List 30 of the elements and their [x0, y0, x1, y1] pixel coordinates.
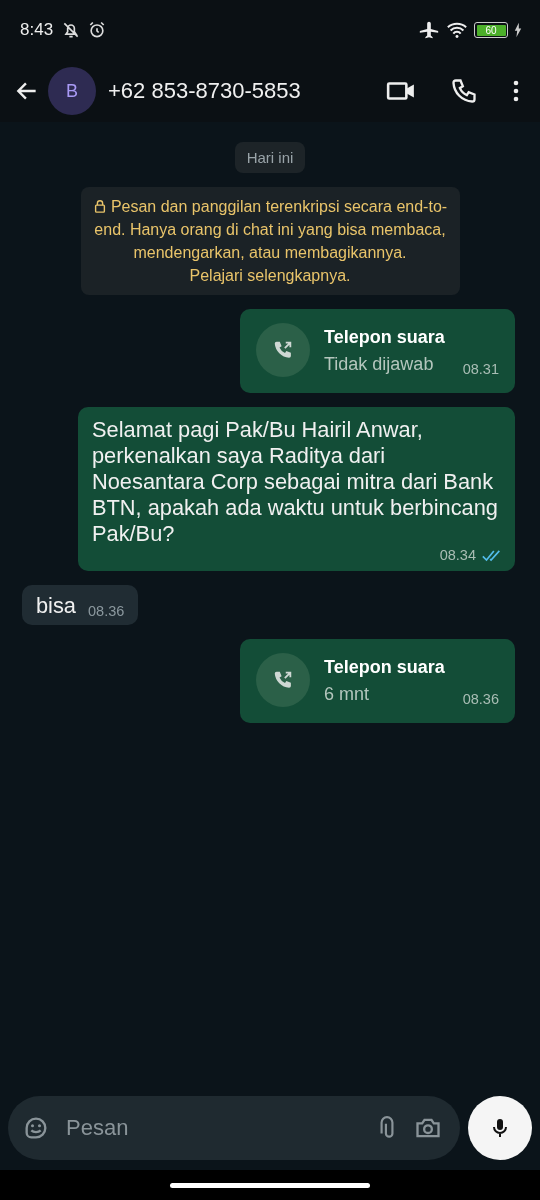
learn-more-link[interactable]: Pelajari selengkapnya.	[189, 267, 351, 284]
menu-icon	[512, 79, 520, 103]
message-time: 08.34	[439, 547, 476, 563]
message-bubble[interactable]: bisa 08.36	[22, 585, 139, 625]
charging-icon	[514, 22, 522, 38]
contact-avatar[interactable]: B	[48, 67, 96, 115]
message-text: Selamat pagi Pak/Bu Hairil Anwar, perkenalkan saya Raditya dari Noesantara Corp sebagai mitra dari Bank BTN, apakah ada waktu untuk berbincang Pak/Bu?	[92, 417, 499, 547]
call-status: 6 mnt	[324, 684, 371, 705]
message-time: 08.31	[462, 361, 499, 377]
call-bubble[interactable]: Telepon suara Tidak dijawab 08.31	[240, 309, 515, 393]
message-text: bisa	[36, 593, 76, 619]
battery-indicator: 60	[474, 22, 508, 38]
call-status: Tidak dijawab	[324, 354, 435, 375]
lock-icon	[92, 199, 107, 213]
date-chip: Hari ini	[234, 142, 306, 173]
status-time: 8:43	[20, 20, 54, 40]
message-time: 08.36	[462, 691, 499, 707]
contact-name[interactable]: +62 853-8730-5853	[108, 78, 380, 104]
phone-icon	[450, 77, 478, 105]
message-bubble[interactable]: Selamat pagi Pak/Bu Hairil Anwar, perkenalkan saya Raditya dari Noesantara Corp sebagai mitra dari Bank BTN, apakah ada waktu untuk berbincang Pak/Bu? 08.34	[78, 407, 515, 571]
message-input[interactable]: Pesan	[64, 1114, 360, 1142]
airplane-icon	[418, 19, 440, 41]
outgoing-call-icon	[256, 323, 310, 377]
message-field[interactable]: Pesan	[8, 1096, 460, 1160]
message-time: 08.36	[88, 603, 125, 619]
call-bubble[interactable]: Telepon suara 6 mnt 08.36	[240, 639, 515, 723]
call-title: Telepon suara	[324, 657, 445, 678]
encryption-text: Pesan dan panggilan terenkripsi secara end-to-end. Hanya orang di chat ini yang bisa membaca, mendengarkan, atau membagikannya. Pelajari selengkapnya.	[92, 198, 448, 284]
call-title: Telepon suara	[324, 327, 445, 348]
outgoing-call-icon	[256, 653, 310, 707]
